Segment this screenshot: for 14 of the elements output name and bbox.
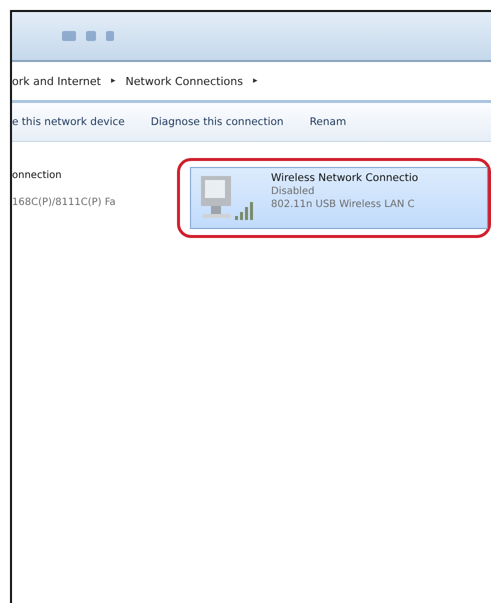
connection-item[interactable]: onnection 168C(P)/8111C(P) Fa — [12, 160, 159, 208]
breadcrumb-item[interactable]: Network Connections — [126, 74, 243, 88]
connection-name: Wireless Network Connectio — [271, 172, 418, 184]
connection-item[interactable]: Wireless Network Connectio Disabled 802.11n USB Wireless LAN C — [190, 167, 488, 229]
breadcrumb-separator[interactable]: ▸ — [252, 76, 258, 86]
connection-name: onnection — [12, 170, 63, 181]
connection-device: 802.11n USB Wireless LAN C — [271, 199, 416, 210]
connection-device: 168C(P)/8111C(P) Fa — [12, 197, 117, 208]
toolbar-command[interactable]: e this network device — [12, 116, 125, 128]
toolbar-command[interactable]: Renam — [310, 116, 346, 128]
connection-status: Disabled — [271, 186, 316, 197]
breadcrumb-item[interactable]: ork and Internet — [12, 74, 101, 88]
toolbar-command[interactable]: Diagnose this connection — [150, 116, 284, 128]
breadcrumb-separator[interactable]: ▸ — [111, 76, 116, 86]
